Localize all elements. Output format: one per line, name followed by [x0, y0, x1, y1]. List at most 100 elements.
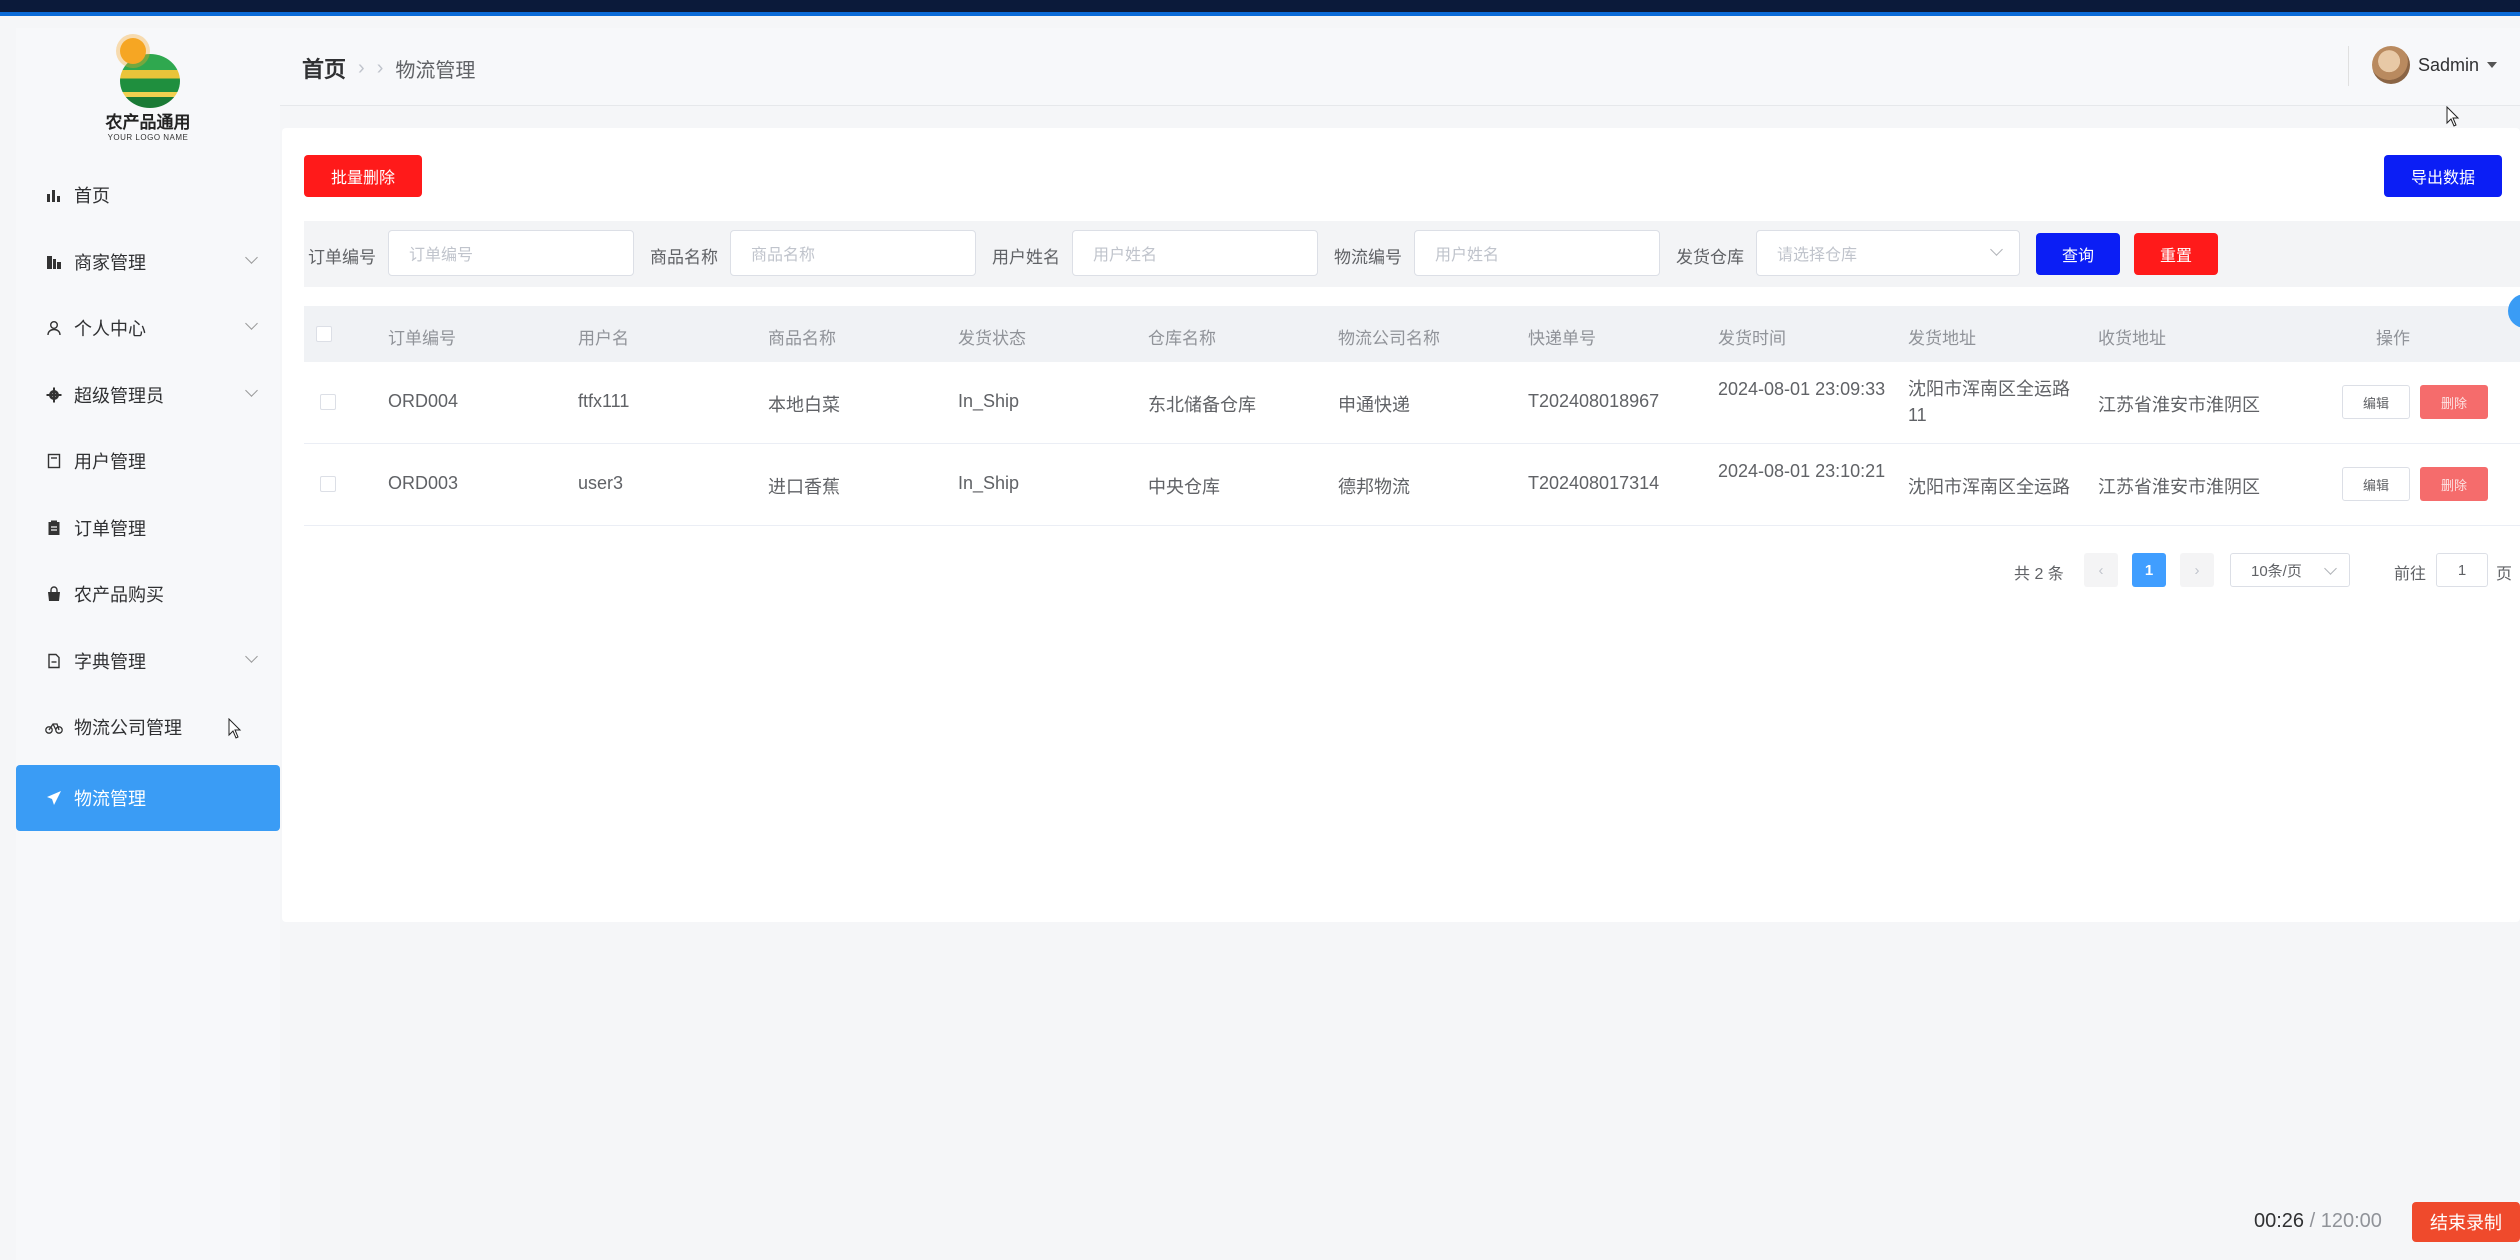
mouse-cursor-icon: [228, 718, 242, 739]
header-divider: [2348, 46, 2349, 86]
page-number-button[interactable]: 1: [2132, 553, 2166, 587]
edit-button[interactable]: 编辑: [2342, 467, 2410, 501]
select-all-checkbox[interactable]: [316, 326, 332, 342]
to-address-cell: 江苏省淮安市淮阴区: [2098, 477, 2260, 497]
caret-down-icon: [2487, 62, 2498, 68]
batch-delete-button[interactable]: 批量删除: [304, 155, 422, 197]
table-header: 订单编号 用户名 商品名称 发货状态 仓库名称 物流公司名称 快递单号 发货时间…: [304, 306, 2520, 362]
goto-label: 前往: [2394, 566, 2427, 583]
sidebar-item-orders[interactable]: 订单管理: [16, 495, 280, 562]
next-page-button[interactable]: ›: [2180, 553, 2214, 587]
delete-button[interactable]: 删除: [2420, 467, 2488, 501]
sidebar-item-label: 商家管理: [74, 252, 146, 273]
from-address-cell: 沈阳市浑南区全运路11: [1908, 379, 2070, 425]
sidebar-item-super-admin[interactable]: 超级管理员: [16, 362, 280, 429]
sidebar-item-merchant[interactable]: 商家管理: [16, 229, 280, 296]
order-no-label: 订单编号: [308, 248, 376, 267]
sidebar-item-label: 订单管理: [74, 518, 146, 539]
order-no-input[interactable]: 订单编号: [388, 230, 634, 276]
page-size-select[interactable]: 10条/页: [2230, 553, 2350, 587]
column-header: 订单编号: [388, 329, 456, 348]
sidebar-item-label: 物流公司管理: [74, 718, 182, 739]
column-header: 发货地址: [1908, 329, 1976, 348]
status-cell: In_Ship: [958, 391, 1020, 411]
warehouse-cell: 中央仓库: [1148, 477, 1220, 497]
row-checkbox[interactable]: [320, 476, 336, 492]
sidebar-item-users[interactable]: 用户管理: [16, 428, 280, 495]
recording-total: / 120:00: [2309, 1210, 2382, 1232]
delete-button[interactable]: 删除: [2420, 385, 2488, 419]
sidebar-item-home[interactable]: 首页: [16, 162, 280, 229]
status-cell: In_Ship: [958, 473, 1020, 493]
chevron-down-icon: [245, 649, 258, 663]
sidebar-item-label: 字典管理: [74, 651, 146, 672]
sidebar: 农产品通用 YOUR LOGO NAME 首页 商家管理 个人中心 超级管理员 …: [16, 28, 280, 1260]
gear-icon: [44, 385, 64, 405]
company-cell: 德邦物流: [1338, 477, 1410, 497]
chevron-down-icon: [245, 383, 258, 397]
sidebar-item-label: 农产品购买: [74, 585, 164, 606]
document-icon: [44, 451, 64, 471]
query-button[interactable]: 查询: [2036, 233, 2120, 275]
username-cell: user3: [578, 473, 624, 493]
username-cell: ftfx111: [578, 391, 630, 411]
company-cell: 申通快递: [1338, 395, 1410, 415]
table-row: ORD003 user3 进口香蕉 In_Ship 中央仓库 德邦物流 T202…: [304, 444, 2520, 526]
sidebar-item-logistics[interactable]: 物流管理: [16, 764, 280, 831]
row-checkbox[interactable]: [320, 394, 336, 410]
user-menu[interactable]: Sadmin: [2372, 46, 2498, 84]
tracking-cell: T202408018967: [1528, 391, 1660, 411]
chevron-right-icon: ›: [358, 56, 365, 79]
export-button[interactable]: 导出数据: [2384, 155, 2502, 197]
column-header: 仓库名称: [1148, 329, 1216, 348]
breadcrumb-home[interactable]: 首页: [302, 52, 346, 84]
product-label: 商品名称: [650, 248, 718, 267]
username: Sadmin: [2418, 54, 2480, 75]
logistics-panel: 批量删除 导出数据 订单编号 订单编号 商品名称 商品名称 用户姓名 用户姓名 …: [282, 128, 2520, 922]
to-address-cell: 江苏省淮安市淮阴区: [2098, 395, 2260, 415]
column-header: 用户名: [578, 329, 629, 348]
goto-page-input[interactable]: 1: [2436, 553, 2488, 587]
column-header: 物流公司名称: [1338, 329, 1440, 348]
from-address-cell: 沈阳市浑南区全运路: [1908, 477, 2070, 497]
reset-button[interactable]: 重置: [2134, 233, 2218, 275]
sidebar-item-profile[interactable]: 个人中心: [16, 295, 280, 362]
edit-button[interactable]: 编辑: [2342, 385, 2410, 419]
paper-plane-icon: [44, 788, 64, 808]
logistics-no-input[interactable]: 用户姓名: [1414, 230, 1660, 276]
user-label: 用户姓名: [992, 248, 1060, 267]
logo-title: 农产品通用: [105, 113, 191, 132]
warehouse-select-value: 请选择仓库: [1777, 247, 1858, 264]
column-header: 发货状态: [958, 329, 1026, 348]
stop-recording-button[interactable]: 结束录制: [2412, 1202, 2520, 1242]
page-size-value: 10条/页: [2251, 562, 2302, 580]
breadcrumb: 首页 › › 物流管理: [302, 52, 475, 84]
column-header: 收货地址: [2098, 329, 2166, 348]
sidebar-item-label: 超级管理员: [74, 385, 164, 406]
column-header: 快递单号: [1528, 329, 1596, 348]
user-input[interactable]: 用户姓名: [1072, 230, 1318, 276]
product-cell: 进口香蕉: [768, 477, 840, 497]
product-input[interactable]: 商品名称: [730, 230, 976, 276]
sidebar-item-purchase[interactable]: 农产品购买: [16, 561, 280, 628]
top-header: 首页 › › 物流管理 Sadmin: [280, 28, 2520, 127]
time-cell: 2024-08-01 23:09:33: [1718, 379, 1886, 399]
logo-subtitle: YOUR LOGO NAME: [107, 133, 189, 142]
recording-timer: 00:26 / 120:00: [2254, 1210, 2382, 1233]
chevron-down-icon: [245, 317, 258, 330]
tracking-cell: T202408017314: [1528, 473, 1660, 493]
clipboard-icon: [44, 518, 64, 538]
sidebar-item-label: 物流管理: [74, 788, 146, 809]
warehouse-cell: 东北储备仓库: [1148, 395, 1256, 415]
sidebar-item-dictionary[interactable]: 字典管理: [16, 628, 280, 695]
sidebar-item-label: 个人中心: [74, 319, 146, 340]
prev-page-button[interactable]: ‹: [2084, 553, 2118, 587]
logo: 农产品通用 YOUR LOGO NAME: [16, 36, 280, 146]
pagination-total: 共 2 条: [2014, 566, 2064, 583]
shopping-bag-icon: [44, 584, 64, 604]
user-icon: [44, 318, 64, 338]
warehouse-select[interactable]: 请选择仓库: [1756, 230, 2020, 276]
page-suffix: 页: [2496, 566, 2513, 583]
order-no-cell: ORD003: [388, 473, 459, 493]
chevron-down-icon: [2324, 562, 2337, 575]
